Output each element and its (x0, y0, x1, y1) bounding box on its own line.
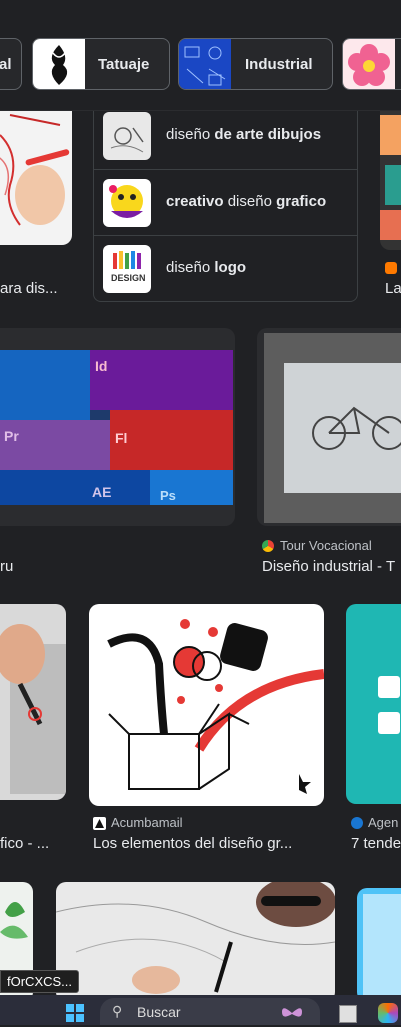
design-logo-thumbnail: DESIGN (103, 245, 151, 293)
chip-partial[interactable]: al (0, 38, 22, 90)
acumbamail-favicon (93, 817, 106, 830)
technical-drawing-sketch (56, 882, 335, 994)
butterfly-widget-icon (280, 1004, 304, 1022)
tattoo-thumbnail (33, 39, 85, 89)
task-view-icon[interactable] (339, 1005, 357, 1023)
flower-thumbnail (343, 39, 395, 89)
result-title-row3-left[interactable]: fico - ... (0, 835, 49, 852)
copilot-icon[interactable] (378, 1003, 398, 1023)
result-source-row3-mid: Acumbamail (111, 815, 183, 830)
chip-tatuaje[interactable]: Tatuaje (32, 38, 170, 90)
source-favicon-orange (385, 262, 397, 274)
source-favicon-agen (351, 817, 363, 829)
image-result-teal[interactable] (346, 604, 401, 804)
adobe-label-ae: AE (92, 484, 112, 500)
result-source-row3-right: Agen (368, 815, 399, 830)
adobe-label-fl: Fl (115, 430, 128, 446)
design-logo-text: DESIGN (111, 273, 146, 283)
adobe-label-pr: Pr (4, 428, 19, 444)
chip-flower[interactable] (342, 38, 401, 90)
image-result-drawing-hand[interactable] (0, 95, 72, 245)
bicycle-sketch (312, 406, 401, 450)
windows-start-icon[interactable] (66, 1004, 84, 1022)
source-favicon-tour (262, 540, 274, 552)
image-result-industrial-tablet[interactable] (257, 328, 401, 526)
result-title-row2-left[interactable]: ru (0, 558, 13, 575)
sketch-thumbnail (103, 112, 151, 160)
chip-industrial-label: Industrial (245, 56, 313, 73)
adobe-cubes-art: Id Pr Fl AE Ps (0, 350, 233, 505)
windows-taskbar: ⚲ Buscar (0, 995, 401, 1025)
related-chip-bar: al Tatuaje Industrial (0, 0, 401, 111)
chip-industrial[interactable]: Industrial (178, 38, 333, 90)
keyboard-icon (378, 712, 400, 734)
tablet-hand-sketch (0, 624, 66, 794)
related-searches-panel: diseño de arte dibujos creativo diseño g… (93, 100, 358, 302)
creative-thumbnail (103, 179, 151, 227)
image-result-acumbamail[interactable] (89, 604, 324, 806)
result-title-row3-right[interactable]: 7 tende (351, 835, 401, 852)
result-title-row1-left[interactable]: ara dis... (0, 280, 58, 297)
taskbar-search-box[interactable]: ⚲ Buscar (100, 998, 320, 1025)
chip-tatuaje-label: Tatuaje (98, 56, 150, 73)
result-title-row1-right[interactable]: La (385, 280, 401, 297)
adobe-label-id: Id (95, 358, 108, 374)
related-search-1[interactable]: diseño de arte dibujos (94, 103, 357, 169)
adobe-label-ps: Ps (160, 488, 176, 503)
industrial-thumbnail (179, 39, 231, 89)
image-result-blue-partial[interactable] (357, 888, 401, 1002)
drawing-hand-illustration (0, 114, 70, 226)
related-search-2[interactable]: creativo diseño grafico (94, 169, 357, 236)
related-search-3[interactable]: DESIGN diseño logo (94, 235, 357, 302)
tablet-photo (264, 333, 401, 523)
search-icon: ⚲ (112, 1003, 123, 1019)
image-result-adobe[interactable]: Id Pr Fl AE Ps (0, 328, 235, 526)
taskbar-search-label: Buscar (137, 1004, 181, 1020)
image-result-colorful[interactable] (380, 95, 401, 250)
link-tooltip: fOrCXCS... (0, 970, 80, 993)
result-title-row2-right[interactable]: Diseño industrial - T (262, 558, 395, 575)
result-source-row2-right: Tour Vocacional (280, 538, 372, 553)
image-result-tablet-drawing[interactable] (0, 604, 66, 800)
box-shapes-illustration (107, 619, 324, 794)
image-result-sketching-person[interactable] (56, 882, 335, 1002)
save-floppy-icon (378, 676, 400, 698)
result-title-row3-mid[interactable]: Los elementos del diseño gr... (93, 835, 292, 852)
